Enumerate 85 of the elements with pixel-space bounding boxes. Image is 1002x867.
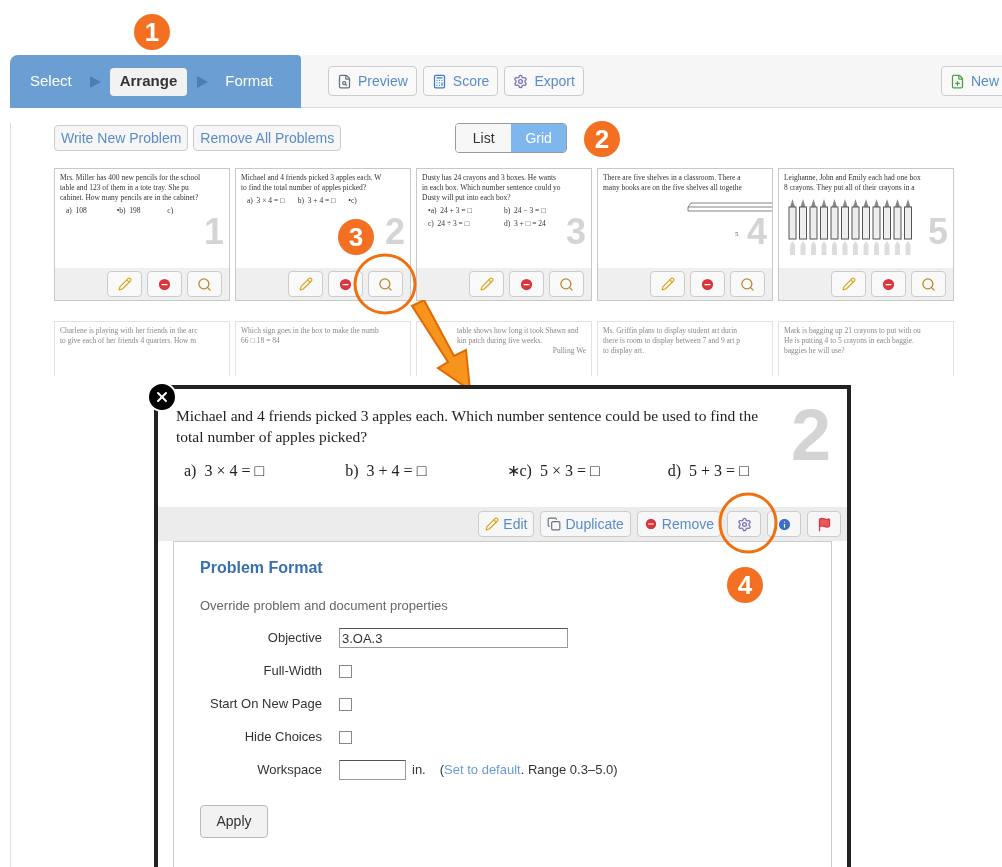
toolbar-button[interactable]: Score (422, 66, 499, 96)
highlight-ring (718, 492, 778, 554)
minus-circle-icon (519, 276, 534, 292)
edit-button[interactable] (288, 271, 323, 297)
zoom-button[interactable] (730, 271, 765, 297)
step-tab[interactable]: Format (217, 67, 281, 96)
view-toggle[interactable]: Grid (511, 124, 567, 152)
checkbox[interactable] (339, 697, 352, 711)
toolbar-button[interactable]: Export (504, 66, 584, 96)
info-icon (776, 516, 792, 532)
zoom-button[interactable] (549, 271, 584, 297)
new-button[interactable]: New (941, 66, 1002, 96)
minus-circle-icon (157, 276, 172, 292)
search-icon (740, 276, 755, 292)
dialog-button[interactable]: Edit (478, 511, 535, 537)
action-button[interactable]: Write New Problem (54, 125, 189, 151)
pencil-icon (479, 277, 494, 291)
action-button[interactable]: Remove All Problems (193, 125, 342, 151)
icon-button[interactable] (807, 511, 841, 537)
icon-button[interactable] (767, 511, 801, 537)
answer-choice: ∗c) 5 × 3 = □ (506, 461, 601, 482)
remove-button[interactable] (871, 271, 906, 297)
field-label: Workspace (256, 761, 322, 780)
flag-icon (816, 516, 832, 532)
minus-circle-icon (881, 276, 896, 292)
pencil-icon (841, 277, 856, 291)
apply-button[interactable]: Apply (200, 804, 268, 838)
chevron-icon (87, 74, 102, 89)
remove-button[interactable] (509, 271, 544, 297)
panel-subtitle: Override problem and document properties (200, 597, 449, 615)
callout-badge: 1 (134, 14, 170, 50)
toolbar-button[interactable]: Preview (328, 66, 417, 96)
close-button[interactable] (147, 382, 177, 412)
search-icon (921, 276, 936, 292)
minus-circle-icon (700, 276, 715, 292)
workspace-field[interactable] (339, 760, 406, 780)
minus-circle-icon (643, 517, 658, 531)
dialog-button[interactable]: Remove (636, 511, 721, 537)
field-label: Full-Width (262, 662, 322, 681)
field-label: Objective (266, 629, 322, 648)
problem-text: Michael and 4 friends picked 3 apples each. Which number sentence could be used to find the total number of apples picked? (176, 406, 760, 447)
icon-button[interactable] (727, 511, 761, 537)
view-toggle[interactable]: List (456, 124, 512, 152)
edit-button[interactable] (469, 271, 504, 297)
settings-icon (736, 516, 752, 532)
search-icon (559, 276, 574, 292)
remove-button[interactable] (690, 271, 725, 297)
new-document-icon (950, 73, 965, 89)
highlight-ring (353, 253, 417, 315)
close-icon (154, 389, 170, 405)
step-tab[interactable]: Select (22, 67, 80, 96)
edit-button[interactable] (107, 271, 142, 297)
pencil-icon (298, 277, 313, 291)
pencil-icon (485, 517, 500, 531)
field-label: Start On New Page (209, 695, 322, 714)
chevron-icon (195, 74, 210, 89)
calculator-icon (431, 73, 447, 89)
checkbox[interactable] (339, 664, 352, 678)
pencil-icon (117, 277, 132, 291)
zoom-button[interactable] (187, 271, 222, 297)
remove-button[interactable] (147, 271, 182, 297)
dialog-button[interactable]: Duplicate (540, 511, 631, 537)
answer-choice: b) 3 + 4 = □ (345, 461, 428, 481)
edit-button[interactable] (650, 271, 685, 297)
objective-field[interactable]: 3.OA.3 (339, 628, 568, 648)
answer-choice: d) 5 + 3 = □ (667, 461, 750, 482)
copy-icon (547, 517, 562, 531)
checkbox[interactable] (339, 730, 352, 744)
minus-circle-icon (338, 276, 353, 292)
search-icon (378, 276, 393, 292)
document-icon (337, 73, 352, 89)
zoom-button[interactable] (368, 271, 403, 297)
edit-button[interactable] (831, 271, 866, 297)
field-label: Hide Choices (243, 728, 322, 747)
gear-icon (513, 73, 529, 89)
set-default-link[interactable]: Set to default (444, 762, 521, 778)
callout-badge: 2 (584, 121, 620, 157)
step-tab[interactable]: Arrange (109, 67, 188, 96)
pencil-icon (660, 277, 675, 291)
zoom-button[interactable] (911, 271, 946, 297)
panel-title: Problem Format (200, 558, 324, 578)
search-icon (197, 276, 212, 292)
range-note: (Set to default. Range 0.3–5.0) (439, 761, 618, 780)
unit-label: in. (412, 761, 426, 780)
answer-choice: a) 3 × 4 = □ (184, 461, 266, 482)
